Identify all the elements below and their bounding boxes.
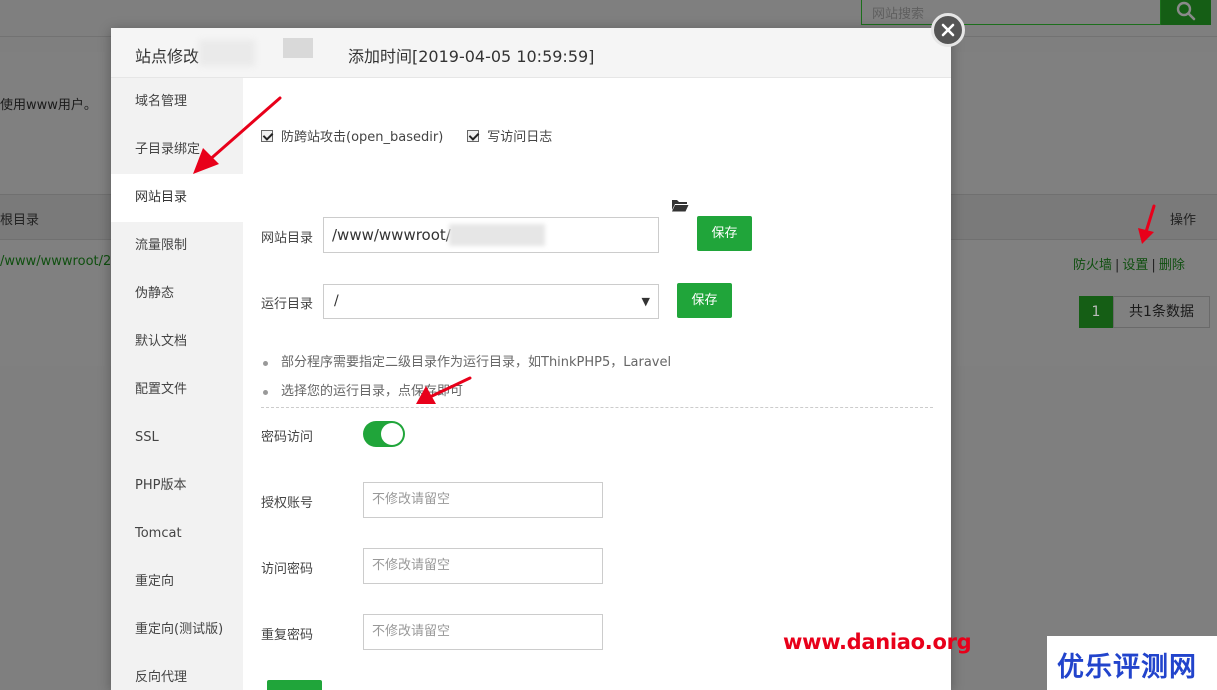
added-time: 添加时间[2019-04-05 10:59:59] — [348, 47, 595, 66]
sidebar-item-default-doc[interactable]: 默认文档 — [111, 318, 243, 366]
modal-header: 站点修改 添加时间[2019-04-05 10:59:59] — [111, 28, 951, 78]
search-button[interactable] — [1161, 0, 1211, 25]
anti-cross-site-label: 防跨站攻击(open_basedir) — [281, 130, 444, 145]
sidebar-item-config[interactable]: 配置文件 — [111, 366, 243, 414]
run-dir-label: 运行目录 — [261, 297, 314, 312]
sidebar-item-subdir[interactable]: 子目录绑定 — [111, 126, 243, 174]
firewall-link[interactable]: 防火墙 — [1073, 258, 1112, 273]
row-operations: 防火墙 | 设置 | 删除 — [1073, 254, 1185, 273]
settings-link[interactable]: 设置 — [1122, 258, 1148, 273]
repeat-password-input[interactable]: 不修改请留空 — [363, 614, 603, 650]
close-icon — [941, 23, 955, 37]
access-log-label: 写访问日志 — [487, 130, 553, 145]
sidebar-item-traffic[interactable]: 流量限制 — [111, 222, 243, 270]
sidebar-item-site-dir[interactable]: 网站目录 — [111, 174, 243, 222]
sidebar-item-proxy[interactable]: 反向代理 — [111, 654, 243, 690]
dropdown-arrow-icon: ▼ — [641, 295, 650, 308]
modal-close-button[interactable] — [931, 13, 965, 47]
search-icon — [1176, 1, 1196, 21]
access-log-checkbox[interactable] — [467, 129, 480, 142]
notice-text: 使用www用户。 — [0, 98, 97, 113]
folder-open-icon[interactable] — [671, 198, 689, 212]
site-dir-label: 网站目录 — [261, 231, 314, 246]
column-header-op: 操作 — [1170, 213, 1197, 228]
watermark-logo: 优乐评测网 — [1057, 652, 1197, 683]
search-input[interactable]: 网站搜索 — [861, 0, 1161, 25]
sidebar-item-ssl[interactable]: SSL — [111, 414, 243, 462]
repeat-password-label: 重复密码 — [261, 628, 314, 643]
password-access-label: 密码访问 — [261, 430, 314, 445]
password-access-toggle[interactable] — [363, 421, 405, 447]
run-dir-select[interactable]: / ▼ — [323, 284, 659, 319]
redacted-domain — [199, 40, 255, 66]
site-dir-save-button[interactable]: 保存 — [697, 216, 752, 251]
redacted-dir — [449, 224, 545, 246]
modal-sidebar: 域名管理 子目录绑定 网站目录 流量限制 伪静态 默认文档 配置文件 SSL P… — [111, 78, 243, 690]
modal-title: 站点修改 — [135, 47, 200, 66]
modal-content: 防跨站攻击(open_basedir) 写访问日志 网站目录 /www/wwwr… — [243, 78, 951, 690]
delete-link[interactable]: 删除 — [1159, 258, 1185, 273]
sidebar-item-rewrite[interactable]: 伪静态 — [111, 270, 243, 318]
access-password-label: 访问密码 — [261, 562, 314, 577]
toggle-knob — [381, 423, 403, 445]
sidebar-item-redirect-beta[interactable]: 重定向(测试版) — [111, 606, 243, 654]
run-dir-save-button[interactable]: 保存 — [677, 283, 732, 318]
sidebar-item-redirect[interactable]: 重定向 — [111, 558, 243, 606]
run-dir-value: / — [334, 293, 339, 309]
ops-separator: | — [1115, 258, 1120, 273]
page-total: 共1条数据 — [1113, 296, 1210, 328]
row-dir-link[interactable]: /www/wwwroot/2 — [0, 254, 111, 269]
password-save-button[interactable]: 保存 — [267, 680, 322, 690]
ops-separator: | — [1151, 258, 1156, 273]
anti-cross-site-checkbox[interactable] — [261, 129, 273, 142]
redacted-domain — [283, 38, 313, 58]
auth-account-input[interactable]: 不修改请留空 — [363, 482, 603, 518]
sidebar-item-domain[interactable]: 域名管理 — [111, 78, 243, 126]
page-current[interactable]: 1 — [1079, 296, 1113, 328]
divider — [261, 407, 933, 408]
sidebar-item-php[interactable]: PHP版本 — [111, 462, 243, 510]
column-header-dir: 根目录 — [0, 213, 40, 228]
tip-item: 选择您的运行目录，点保存即可 — [261, 377, 671, 406]
site-edit-modal: 站点修改 添加时间[2019-04-05 10:59:59] 域名管理 子目录绑… — [111, 28, 951, 690]
sidebar-item-tomcat[interactable]: Tomcat — [111, 510, 243, 558]
watermark-url: www.daniao.org — [783, 630, 972, 654]
tip-item: 部分程序需要指定二级目录作为运行目录，如ThinkPHP5，Laravel — [261, 348, 671, 377]
tips-list: 部分程序需要指定二级目录作为运行目录，如ThinkPHP5，Laravel 选择… — [261, 348, 671, 406]
access-password-input[interactable]: 不修改请留空 — [363, 548, 603, 584]
options-row: 防跨站攻击(open_basedir) 写访问日志 — [261, 126, 576, 145]
auth-account-label: 授权账号 — [261, 496, 314, 511]
